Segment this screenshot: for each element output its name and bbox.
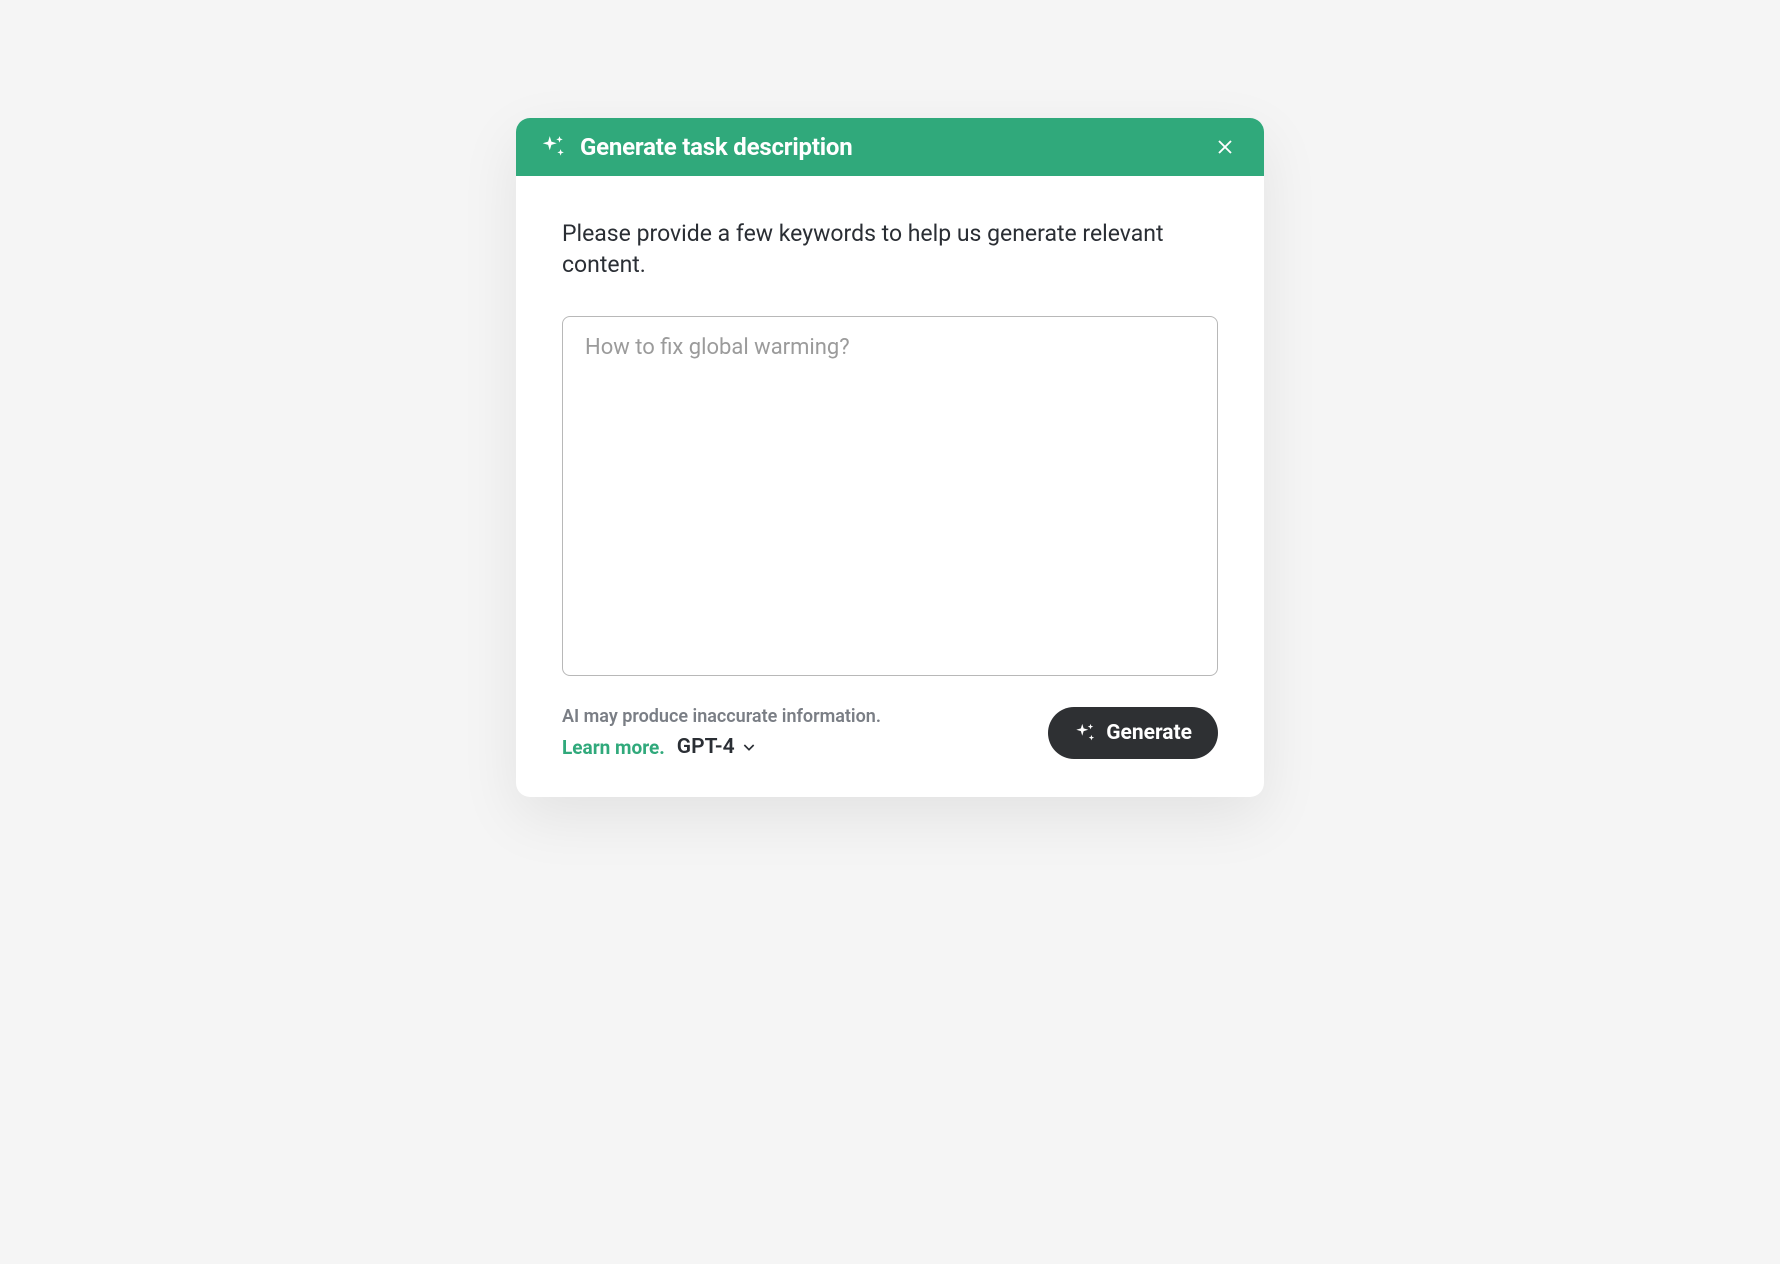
- model-selected-label: GPT-4: [677, 735, 735, 759]
- modal-body: Please provide a few keywords to help us…: [516, 176, 1264, 797]
- footer-left-group: AI may produce inaccurate information. L…: [562, 706, 881, 759]
- modal-header: Generate task description: [516, 118, 1264, 176]
- header-title-group: Generate task description: [540, 133, 853, 161]
- instructions-text: Please provide a few keywords to help us…: [562, 218, 1218, 280]
- modal-footer: AI may produce inaccurate information. L…: [562, 706, 1218, 759]
- sparkle-icon: [540, 134, 566, 160]
- chevron-down-icon: [741, 739, 757, 755]
- keywords-input[interactable]: [562, 316, 1218, 676]
- modal-title: Generate task description: [580, 133, 853, 161]
- generate-button-label: Generate: [1106, 721, 1192, 745]
- disclaimer-text: AI may produce inaccurate information.: [562, 706, 881, 727]
- model-selector[interactable]: GPT-4: [677, 735, 757, 759]
- close-icon: [1216, 138, 1234, 156]
- generate-button[interactable]: Generate: [1048, 707, 1218, 759]
- sparkle-icon: [1074, 722, 1096, 744]
- learn-more-link[interactable]: Learn more.: [562, 736, 665, 759]
- footer-row2: Learn more. GPT-4: [562, 735, 881, 759]
- close-button[interactable]: [1210, 132, 1240, 162]
- generate-task-modal: Generate task description Please provide…: [516, 118, 1264, 797]
